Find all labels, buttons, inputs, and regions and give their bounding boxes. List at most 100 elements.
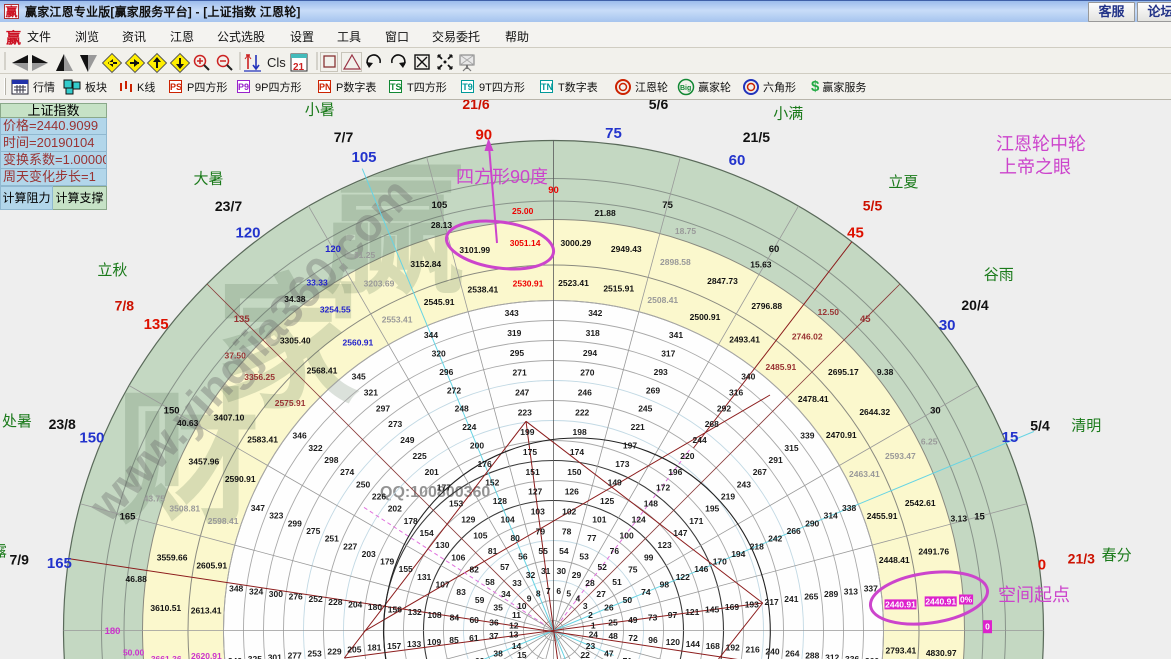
svg-text:294: 294 xyxy=(583,348,597,358)
svg-text:224: 224 xyxy=(462,422,476,432)
svg-text:195: 195 xyxy=(705,504,719,514)
svg-text:241: 241 xyxy=(784,594,798,604)
svg-text:0: 0 xyxy=(985,622,990,632)
svg-text:253: 253 xyxy=(308,649,322,659)
svg-text:32: 32 xyxy=(526,570,536,580)
svg-text:46.88: 46.88 xyxy=(126,574,148,584)
svg-text:249: 249 xyxy=(400,435,414,445)
svg-text:240: 240 xyxy=(765,647,779,657)
svg-text:2515.91: 2515.91 xyxy=(603,284,634,294)
svg-text:60: 60 xyxy=(769,244,780,255)
svg-text:176: 176 xyxy=(478,459,492,469)
svg-text:Big: Big xyxy=(680,85,691,92)
svg-text:11: 11 xyxy=(512,610,521,620)
svg-text:37.50: 37.50 xyxy=(225,351,247,361)
svg-text:25: 25 xyxy=(608,618,618,628)
svg-text:50.00: 50.00 xyxy=(123,648,145,658)
svg-text:54: 54 xyxy=(559,546,569,556)
svg-text:243: 243 xyxy=(737,479,751,489)
svg-text:13: 13 xyxy=(509,629,519,639)
svg-text:222: 222 xyxy=(575,407,589,417)
svg-text:120: 120 xyxy=(325,244,341,255)
svg-text:173: 173 xyxy=(615,459,629,469)
svg-text:7/8: 7/8 xyxy=(115,298,135,314)
svg-text:73: 73 xyxy=(648,612,658,622)
svg-text:147: 147 xyxy=(673,528,687,538)
svg-text:立秋: 立秋 xyxy=(97,262,127,279)
svg-text:55: 55 xyxy=(538,546,548,556)
svg-text:150: 150 xyxy=(164,405,180,416)
svg-text:3559.66: 3559.66 xyxy=(157,553,188,563)
svg-text:江恩轮中轮: 江恩轮中轮 xyxy=(996,134,1086,154)
svg-text:5/4: 5/4 xyxy=(1030,417,1050,433)
svg-text:35: 35 xyxy=(493,603,503,613)
svg-text:0: 0 xyxy=(1038,556,1046,573)
svg-text:108: 108 xyxy=(427,610,441,620)
svg-text:5: 5 xyxy=(566,589,571,599)
svg-text:40.63: 40.63 xyxy=(177,418,199,428)
svg-text:30: 30 xyxy=(557,566,567,576)
svg-text:4: 4 xyxy=(576,594,581,604)
svg-text:226: 226 xyxy=(372,492,386,502)
svg-text:313: 313 xyxy=(844,586,858,596)
svg-text:178: 178 xyxy=(404,516,418,526)
svg-text:21/6: 21/6 xyxy=(462,100,489,112)
svg-text:200: 200 xyxy=(470,441,484,451)
svg-text:24: 24 xyxy=(589,629,599,639)
svg-text:174: 174 xyxy=(570,447,584,457)
svg-text:立夏: 立夏 xyxy=(888,174,918,191)
svg-text:244: 244 xyxy=(693,435,707,445)
svg-text:33.33: 33.33 xyxy=(306,278,328,288)
svg-text:102: 102 xyxy=(562,507,576,517)
svg-text:2898.58: 2898.58 xyxy=(660,257,691,267)
svg-text:15.63: 15.63 xyxy=(750,260,772,270)
svg-text:198: 198 xyxy=(573,427,587,437)
svg-text:323: 323 xyxy=(269,511,283,521)
svg-text:2542.61: 2542.61 xyxy=(905,498,936,508)
svg-text:2: 2 xyxy=(588,610,593,620)
svg-text:271: 271 xyxy=(513,368,527,378)
svg-text:146: 146 xyxy=(694,564,708,574)
svg-text:小满: 小满 xyxy=(773,105,803,122)
svg-text:2620.91: 2620.91 xyxy=(191,651,222,659)
svg-text:175: 175 xyxy=(523,447,537,457)
svg-text:2847.73: 2847.73 xyxy=(707,276,738,286)
svg-text:269: 269 xyxy=(646,385,660,395)
svg-text:105: 105 xyxy=(351,149,376,166)
svg-text:25.00: 25.00 xyxy=(512,206,534,216)
svg-text:152: 152 xyxy=(485,478,499,488)
svg-text:223: 223 xyxy=(518,407,532,417)
svg-text:小暑: 小暑 xyxy=(305,102,335,119)
svg-text:347: 347 xyxy=(251,503,265,513)
svg-text:34: 34 xyxy=(501,589,511,599)
svg-text:96: 96 xyxy=(648,635,658,645)
svg-text:2613.41: 2613.41 xyxy=(191,605,222,615)
svg-text:49: 49 xyxy=(628,615,638,625)
svg-text:2530.91: 2530.91 xyxy=(513,278,544,288)
svg-text:3.13: 3.13 xyxy=(951,514,968,524)
svg-text:131: 131 xyxy=(417,572,431,582)
svg-text:45: 45 xyxy=(847,224,864,241)
svg-text:33: 33 xyxy=(512,578,522,588)
svg-text:291: 291 xyxy=(769,455,783,465)
svg-text:28: 28 xyxy=(585,578,595,588)
svg-text:谷雨: 谷雨 xyxy=(984,267,1014,284)
svg-text:250: 250 xyxy=(356,479,370,489)
svg-text:3000.29: 3000.29 xyxy=(561,238,592,248)
svg-text:四方形90度: 四方形90度 xyxy=(456,167,548,187)
svg-text:122: 122 xyxy=(676,572,690,582)
svg-text:2440.91: 2440.91 xyxy=(885,599,916,609)
svg-text:123: 123 xyxy=(658,540,672,550)
svg-text:168: 168 xyxy=(706,641,720,651)
svg-text:264: 264 xyxy=(785,649,799,659)
svg-text:109: 109 xyxy=(427,637,441,647)
svg-text:301: 301 xyxy=(268,652,282,659)
svg-text:3152.84: 3152.84 xyxy=(410,259,441,269)
svg-text:15: 15 xyxy=(1002,429,1019,446)
svg-text:2949.43: 2949.43 xyxy=(611,244,642,254)
svg-text:22: 22 xyxy=(580,650,590,659)
svg-text:98: 98 xyxy=(660,580,670,590)
svg-text:266: 266 xyxy=(787,526,801,536)
svg-text:319: 319 xyxy=(507,328,521,338)
svg-text:298: 298 xyxy=(324,455,338,465)
